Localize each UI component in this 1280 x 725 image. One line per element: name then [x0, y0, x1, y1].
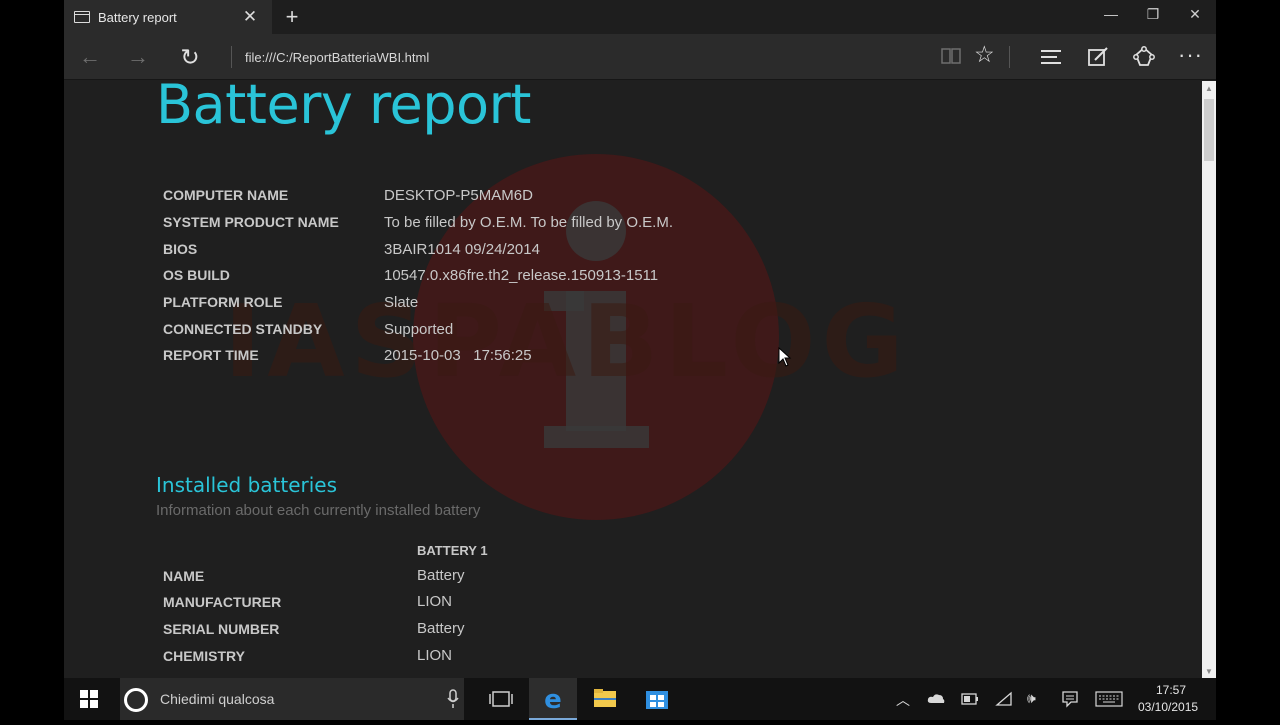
tab-bar: Battery report ✕ + — ❐ ✕ — [64, 0, 1216, 34]
task-view-icon[interactable] — [488, 689, 514, 709]
battery-value: LION — [417, 593, 453, 610]
divider — [1009, 46, 1010, 68]
scroll-up-icon[interactable]: ▲ — [1205, 84, 1213, 93]
info-label: BIOS — [163, 241, 198, 257]
tab-title: Battery report — [98, 9, 177, 25]
cortana-icon[interactable] — [124, 688, 148, 712]
battery-column-header: BATTERY 1 — [417, 543, 488, 558]
info-label: REPORT TIME — [163, 347, 259, 363]
battery-value: LION — [417, 647, 453, 664]
section-title: Installed batteries — [156, 473, 338, 497]
volume-icon[interactable]: 🕪 — [1027, 690, 1036, 707]
battery-label: MANUFACTURER — [163, 594, 282, 610]
info-value: 3BAIR1014 09/24/2014 — [384, 241, 540, 258]
clock-date[interactable]: 03/10/2015 — [1138, 700, 1198, 714]
info-label: SYSTEM PRODUCT NAME — [163, 214, 339, 230]
svg-text:e: e — [544, 685, 562, 715]
store-icon — [646, 691, 668, 709]
reading-view-icon[interactable] — [940, 46, 962, 66]
info-label: COMPUTER NAME — [163, 187, 289, 203]
scroll-thumb[interactable] — [1204, 99, 1214, 161]
share-icon[interactable] — [1132, 45, 1156, 69]
info-label: PLATFORM ROLE — [163, 294, 283, 310]
info-label: OS BUILD — [163, 267, 230, 283]
hub-icon[interactable] — [1039, 46, 1063, 68]
edge-window: Battery report ✕ + — ❐ ✕ ← → ↻ file:///C… — [64, 0, 1216, 678]
info-value: Slate — [384, 294, 419, 311]
wifi-icon[interactable] — [995, 691, 1013, 707]
info-value: DESKTOP-P5MAM6D — [384, 187, 533, 204]
taskbar: Chiedimi qualcosa e ︿ 🕪 17:57 03/10/2015 — [64, 678, 1216, 720]
vertical-scrollbar[interactable]: ▲ ▼ — [1202, 81, 1216, 678]
windows-start-icon[interactable] — [80, 690, 98, 708]
edge-icon: e — [544, 685, 562, 715]
page-title: Battery report — [156, 81, 531, 136]
taskbar-store[interactable] — [633, 678, 681, 720]
folder-icon — [594, 689, 616, 707]
close-tab-icon[interactable]: ✕ — [240, 7, 260, 27]
web-note-icon[interactable] — [1086, 45, 1110, 69]
clock-time[interactable]: 17:57 — [1156, 683, 1186, 697]
page-content: IASPABLOG Battery report COMPUTER NAME D… — [64, 81, 1202, 678]
mouse-cursor-icon — [778, 347, 792, 367]
address-bar: ← → ↻ file:///C:/ReportBatteriaWBI.html … — [64, 34, 1216, 80]
info-value: Supported — [384, 321, 454, 338]
taskbar-file-explorer[interactable] — [581, 678, 629, 720]
favorite-star-icon[interactable]: ☆ — [974, 41, 995, 68]
scroll-down-icon[interactable]: ▼ — [1205, 667, 1213, 676]
onedrive-cloud-icon[interactable] — [927, 692, 945, 704]
close-window-button[interactable]: ✕ — [1180, 6, 1210, 23]
info-value: 10547.0.x86fre.th2_release.150913-1511 — [384, 267, 659, 284]
tab-battery-report[interactable]: Battery report ✕ — [64, 0, 272, 34]
show-hidden-icons-icon[interactable]: ︿ — [896, 690, 910, 710]
screen: Battery report ✕ + — ❐ ✕ ← → ↻ file:///C… — [0, 0, 1280, 720]
battery-icon[interactable] — [961, 693, 979, 705]
taskbar-edge[interactable]: e — [529, 678, 577, 720]
forward-button[interactable]: → — [122, 44, 154, 70]
watermark-text: IASPABLOG — [224, 283, 910, 400]
search-placeholder: Chiedimi qualcosa — [160, 691, 275, 707]
back-button[interactable]: ← — [74, 44, 106, 70]
more-ellipsis-icon[interactable]: ··· — [1178, 42, 1203, 68]
info-value: To be filled by O.E.M. To be filled by O… — [384, 214, 674, 231]
battery-value: Battery — [417, 567, 465, 584]
info-value: 2015-10-03 17:56:25 — [384, 347, 532, 364]
url-field[interactable]: file:///C:/ReportBatteriaWBI.html — [245, 50, 429, 65]
refresh-button[interactable]: ↻ — [174, 44, 206, 70]
battery-value: Battery — [417, 620, 465, 637]
watermark-logo: IASPABLOG — [224, 154, 910, 520]
page-icon — [74, 11, 90, 23]
divider — [231, 46, 232, 68]
touch-keyboard-icon[interactable] — [1095, 691, 1123, 707]
minimize-button[interactable]: — — [1096, 6, 1126, 22]
new-tab-button[interactable]: + — [280, 4, 304, 30]
battery-label: NAME — [163, 568, 205, 584]
battery-label: SERIAL NUMBER — [163, 621, 280, 637]
action-center-icon[interactable] — [1061, 690, 1079, 708]
section-subtitle: Information about each currently install… — [156, 502, 481, 519]
restore-button[interactable]: ❐ — [1138, 6, 1168, 23]
info-label: CONNECTED STANDBY — [163, 321, 323, 337]
battery-label: CHEMISTRY — [163, 648, 245, 664]
microphone-icon[interactable] — [446, 689, 460, 709]
